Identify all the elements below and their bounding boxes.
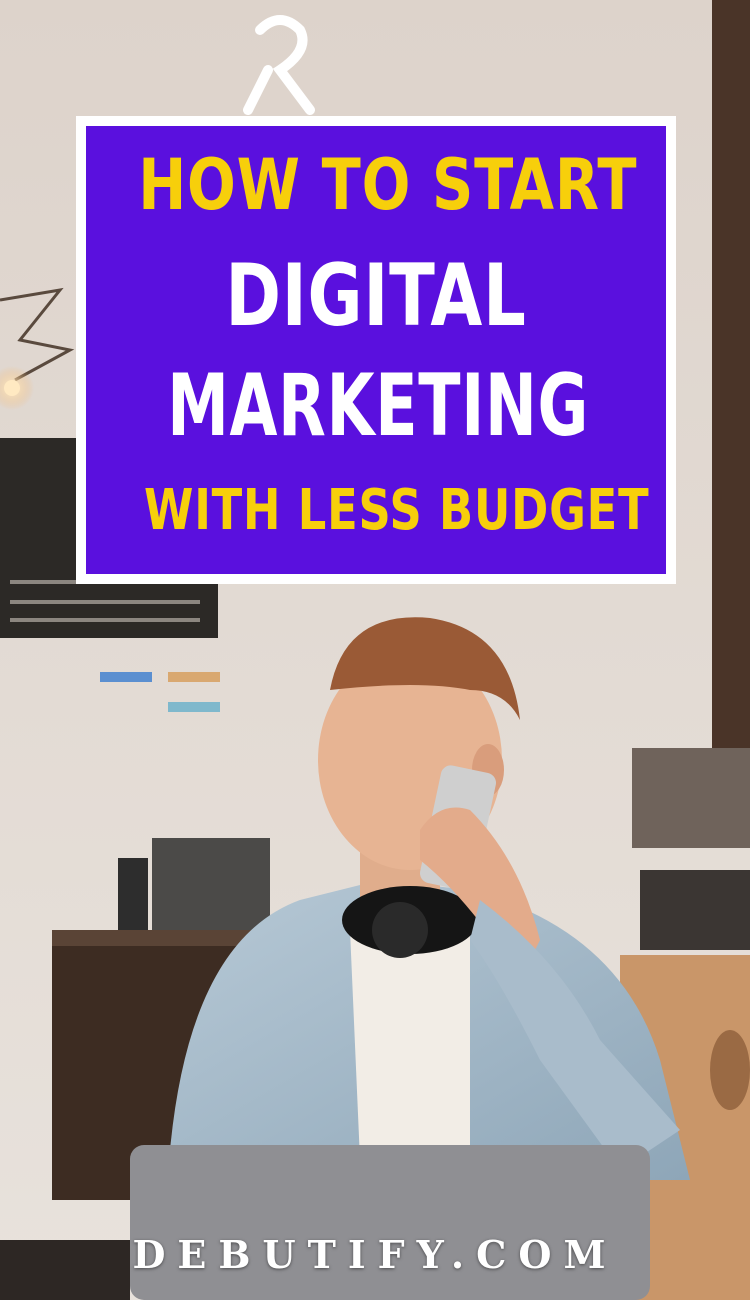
title-line-3: MARKETING [167,356,590,456]
espresso-machine [152,838,270,930]
coffee-grinder [632,748,750,848]
title-line-1: HOW TO START [138,144,638,226]
title-card: HOW TO START DIGITAL MARKETING WITH LESS… [76,116,676,584]
title-line-4: WITH LESS BUDGET [144,478,650,543]
light-bulb-core [4,380,20,396]
site-url: DEBUTIFY.COM [132,1232,618,1277]
man-undershirt [350,930,470,1160]
title-panel: HOW TO START DIGITAL MARKETING WITH LESS… [86,126,666,574]
title-line-2: DIGITAL [225,246,527,346]
wood-pillar [712,0,750,760]
